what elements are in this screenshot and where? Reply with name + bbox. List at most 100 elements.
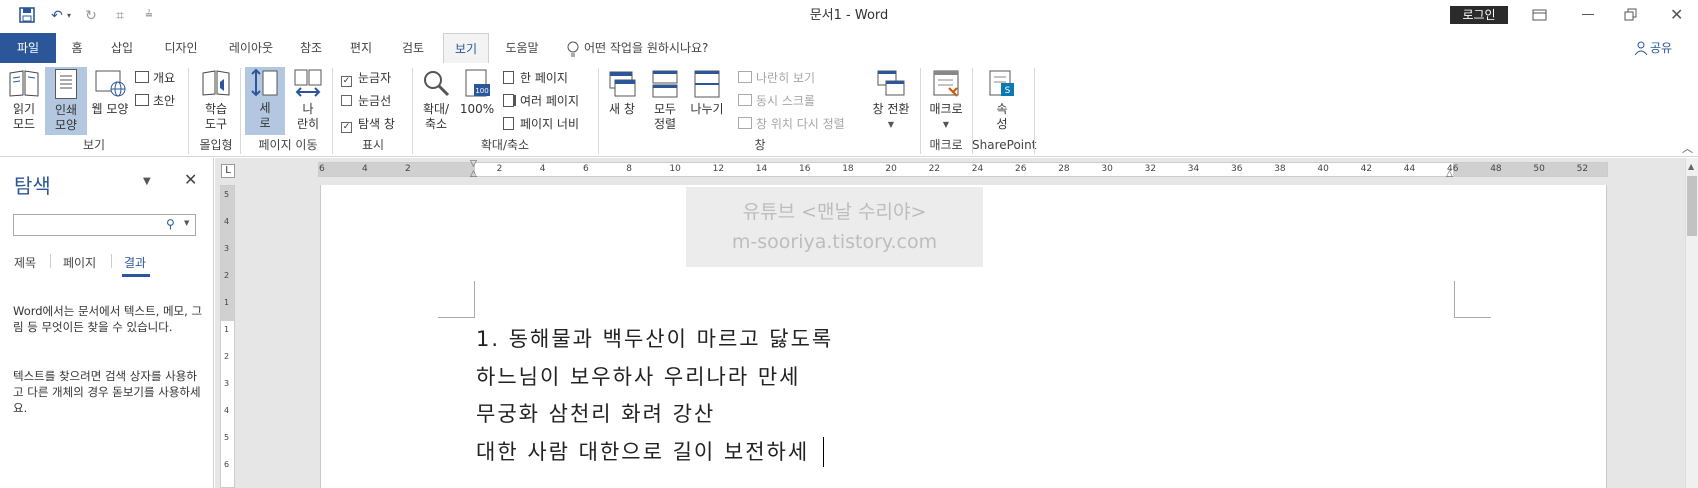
split-icon	[692, 68, 722, 100]
title-bar: ↶ ▾ ↻ ⌗ ≟ 문서1 - Word 로그인 ✕	[0, 0, 1698, 33]
tab-design[interactable]: 디자인	[158, 33, 204, 63]
side-by-side-icon	[738, 71, 752, 83]
ruler-label: 눈금자	[358, 71, 392, 85]
search-icon[interactable]: ⚲	[166, 217, 175, 231]
document-line-4[interactable]: 대한 사람 대한으로 길이 보전하세	[476, 436, 809, 466]
arrange-all-button[interactable]: 모두 정렬	[645, 68, 685, 136]
learning-tools-button[interactable]: 학습 도구	[196, 68, 236, 136]
learning-tools-label: 학습 도구	[204, 102, 228, 131]
first-line-indent-icon[interactable]: ▽	[470, 159, 477, 169]
side-to-side-button[interactable]: 나 란히	[288, 68, 328, 136]
new-window-label: 새 창	[609, 102, 635, 116]
immersive-group-label: 몰입형	[199, 138, 233, 152]
vertical-ruler[interactable]: 5 4 3 2 1 1 2 3 4 5 6	[220, 185, 235, 488]
svg-text:100: 100	[475, 87, 488, 95]
globe-icon	[94, 68, 126, 98]
tab-review[interactable]: 검토	[398, 33, 428, 63]
ruler-tick-label: 2	[496, 164, 503, 174]
switch-windows-button[interactable]: 창 전환 ▼	[868, 68, 914, 136]
document-line-2[interactable]: 하느님이 보우하사 우리나라 만세	[476, 361, 801, 391]
sync-scroll-button[interactable]: 동시 스크롤	[738, 92, 815, 110]
person-icon	[1634, 41, 1648, 56]
multiple-pages-button[interactable]: 여러 페이지	[503, 92, 579, 110]
sync-scroll-icon	[738, 94, 752, 106]
scroll-up-icon[interactable]: ▲	[1688, 162, 1694, 171]
sync-scroll-label: 동시 스크롤	[756, 94, 816, 108]
read-mode-button[interactable]: 읽기 모드	[4, 68, 44, 136]
chevron-down-icon[interactable]: ▼	[184, 219, 189, 227]
outline-button[interactable]: 개요	[135, 69, 175, 87]
tab-layout[interactable]: 레이아웃	[222, 33, 280, 63]
zoom-100-button[interactable]: 100 100%	[458, 68, 496, 126]
scrollbar-thumb[interactable]	[1687, 176, 1697, 236]
minimize-icon[interactable]	[1582, 14, 1594, 15]
web-layout-label: 웹 모양	[91, 102, 129, 116]
ruler-tick-label: 2	[405, 164, 411, 174]
tab-insert[interactable]: 삽입	[104, 33, 140, 63]
document-line-3[interactable]: 무궁화 삼천리 화려 강산	[476, 398, 715, 428]
login-button[interactable]: 로그인	[1450, 6, 1508, 24]
close-window-icon[interactable]: ✕	[1670, 5, 1683, 24]
nav-pane-label: 탐색 창	[358, 117, 395, 131]
hanging-indent-icon[interactable]: △	[470, 169, 477, 179]
one-page-button[interactable]: 한 페이지	[503, 69, 568, 87]
ribbon-display-options-icon[interactable]	[1532, 8, 1548, 22]
tab-file[interactable]: 파일	[0, 33, 56, 63]
tab-mailings[interactable]: 편지	[346, 33, 376, 63]
restore-icon[interactable]	[1624, 8, 1638, 22]
multiple-pages-label: 여러 페이지	[520, 94, 580, 108]
ruler-tick-label: 14	[755, 164, 768, 174]
split-button[interactable]: 나누기	[686, 68, 728, 126]
ruler-tick-label: 50	[1533, 164, 1545, 174]
ruler-tick-label: 28	[1058, 164, 1070, 174]
nav-search-input[interactable]: ⚲ ▼	[13, 214, 196, 236]
document-line-1[interactable]: 1. 동해물과 백두산이 마르고 닳도록	[476, 323, 833, 353]
nav-pane-checkbox[interactable]: ✓ 탐색 창	[341, 115, 395, 133]
ruler-tick-label: 4	[224, 406, 230, 415]
ruler-tick-label: 24	[971, 164, 984, 174]
web-layout-button[interactable]: 웹 모양	[90, 68, 130, 126]
gridlines-checkbox[interactable]: 눈금선	[341, 92, 391, 110]
zoom-button[interactable]: 확대/ 축소	[416, 68, 456, 136]
tab-help[interactable]: 도움말	[500, 33, 544, 63]
right-indent-icon[interactable]: △	[1446, 169, 1453, 179]
tab-references[interactable]: 참조	[296, 33, 326, 63]
collapse-ribbon-icon[interactable]: ︿	[1682, 140, 1693, 156]
one-page-label: 한 페이지	[520, 71, 568, 85]
properties-button[interactable]: S 속 성	[982, 68, 1022, 136]
tab-home[interactable]: 홈	[64, 33, 90, 63]
new-window-button[interactable]: 새 창	[602, 68, 642, 126]
zoom-group-label: 확대/축소	[480, 138, 530, 152]
lightbulb-icon	[566, 41, 580, 57]
side-to-side-label: 나 란히	[296, 102, 320, 131]
horizontal-ruler[interactable]: 6 4 2 2 4 6 8 10 12 14 16 18 20 22 24 26 28 30 32 34 36 38 40 4…	[318, 162, 1608, 177]
chevron-down-icon: ▼	[942, 120, 950, 129]
print-layout-button[interactable]: 인쇄 모양	[45, 67, 87, 135]
page-width-button[interactable]: 페이지 너비	[503, 115, 579, 133]
side-to-side-icon	[293, 68, 323, 98]
nav-tab-pages[interactable]: 페이지	[63, 254, 96, 271]
macros-button[interactable]: 매크로 ▼	[924, 68, 968, 136]
nav-tab-headings[interactable]: 제목	[14, 254, 36, 271]
print-layout-label: 인쇄 모양	[54, 103, 78, 132]
tab-view[interactable]: 보기	[443, 33, 489, 64]
split-label: 나누기	[690, 102, 724, 116]
ruler-checkbox[interactable]: ✓ 눈금자	[341, 69, 391, 87]
vertical-scrollbar[interactable]: ▲	[1685, 158, 1698, 488]
vertical-button[interactable]: 세 로	[245, 67, 285, 135]
nav-tab-results[interactable]: 결과	[124, 254, 146, 271]
divider	[50, 254, 51, 268]
read-mode-label: 읽기 모드	[12, 102, 36, 131]
checkmark-icon: ✓	[341, 76, 352, 87]
navigation-pane: 탐색 ▼ ✕ ⚲ ▼ 제목 페이지 결과 Word에서는 문서에서 텍스트, 메…	[0, 158, 214, 488]
view-side-by-side-button[interactable]: 나란히 보기	[738, 69, 815, 87]
share-button[interactable]: 공유	[1650, 33, 1672, 63]
tell-me-input[interactable]: 어떤 작업을 원하시나요?	[584, 33, 708, 63]
nav-options-icon[interactable]: ▼	[143, 176, 151, 187]
close-pane-icon[interactable]: ✕	[184, 170, 197, 189]
ruler-tick-label: 16	[799, 164, 811, 174]
draft-button[interactable]: 초안	[135, 92, 175, 110]
ruler-tick-label: 6	[583, 164, 589, 174]
tab-selector-icon[interactable]: L	[221, 164, 235, 178]
reset-window-button[interactable]: 창 위치 다시 정렬	[738, 115, 845, 133]
